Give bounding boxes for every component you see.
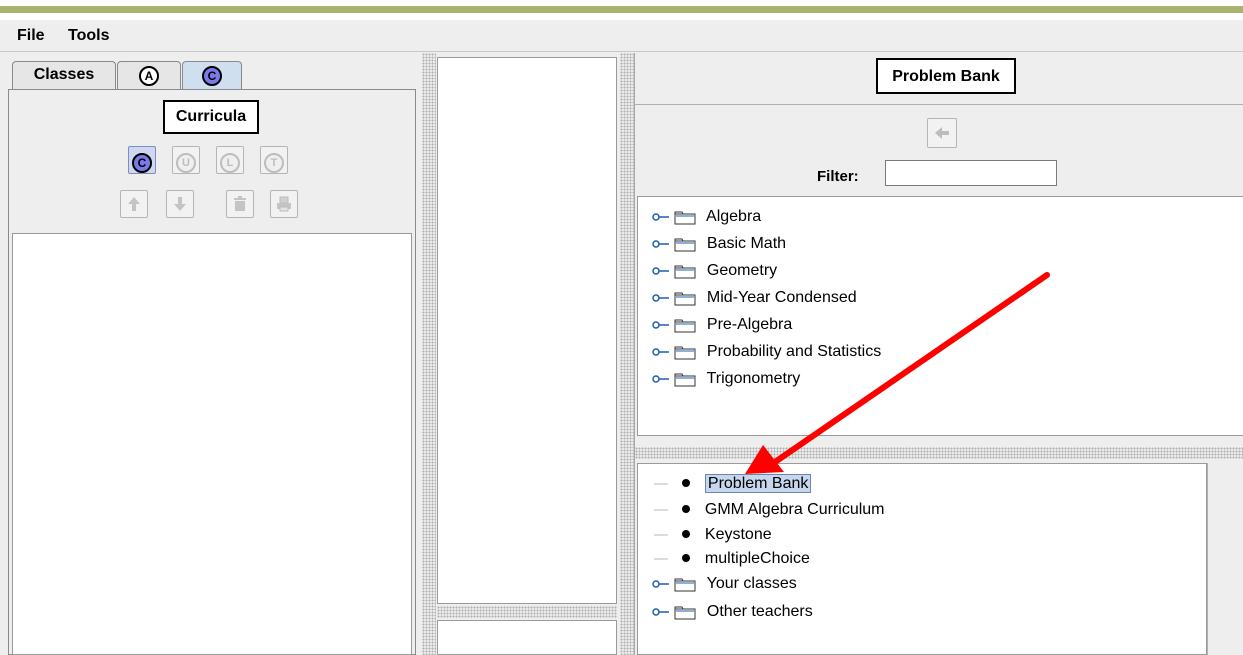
- problem-bank-title: Problem Bank: [876, 58, 1016, 94]
- folder-icon: [674, 606, 696, 620]
- expand-handle-icon[interactable]: [652, 232, 670, 256]
- tree-label: Keystone: [704, 526, 772, 543]
- filter-input[interactable]: [885, 160, 1057, 186]
- tree-label: Other teachers: [706, 603, 813, 620]
- middle-splitter[interactable]: [437, 606, 617, 618]
- bullet-icon: [682, 504, 691, 513]
- tab-classes[interactable]: Classes: [12, 61, 116, 89]
- curricula-title: Curricula: [163, 100, 259, 134]
- tree-label: multipleChoice: [704, 550, 810, 567]
- sources-tree[interactable]: Problem Bank GMM Algebra Curriculum Keys…: [637, 463, 1207, 655]
- tab-a[interactable]: A: [117, 61, 181, 89]
- curricula-list[interactable]: [12, 233, 412, 655]
- menu-tools[interactable]: Tools: [68, 27, 109, 45]
- folder-icon: [674, 265, 696, 279]
- tree-node-pre-algebra[interactable]: Pre-Algebra: [652, 313, 792, 337]
- right-panel: Problem Bank Filter: Algebra Basic Math …: [634, 53, 1243, 655]
- tree-label: Trigonometry: [706, 370, 801, 387]
- a-circle-icon: A: [139, 65, 159, 86]
- lesson-button[interactable]: L: [216, 146, 244, 174]
- delete-button[interactable]: [226, 190, 254, 218]
- l-circle-icon: L: [220, 152, 240, 173]
- tab-classes-label: Classes: [33, 66, 95, 83]
- folder-icon: [674, 319, 696, 333]
- tree-node-other-teachers[interactable]: Other teachers: [652, 600, 813, 624]
- tree-node-gmm-algebra-curriculum[interactable]: GMM Algebra Curriculum: [652, 498, 885, 522]
- tree-label: GMM Algebra Curriculum: [704, 501, 885, 518]
- u-circle-icon: U: [176, 152, 196, 173]
- right-splitter[interactable]: [620, 53, 634, 655]
- left-splitter[interactable]: [422, 53, 436, 655]
- c-circle-icon: C: [202, 65, 222, 86]
- back-arrow-icon: [935, 127, 949, 139]
- expand-handle-icon[interactable]: [652, 340, 670, 364]
- middle-bottom-pane[interactable]: [437, 620, 617, 655]
- print-icon: [277, 196, 291, 212]
- expand-handle-icon[interactable]: [652, 205, 670, 229]
- bullet-icon: [682, 529, 691, 538]
- print-button[interactable]: [270, 190, 298, 218]
- folder-icon: [674, 292, 696, 306]
- menu-file[interactable]: File: [17, 27, 45, 45]
- tree-node-mid-year-condensed[interactable]: Mid-Year Condensed: [652, 286, 857, 310]
- tree-node-basic-math[interactable]: Basic Math: [652, 232, 786, 256]
- tree-node-geometry[interactable]: Geometry: [652, 259, 777, 283]
- move-down-button[interactable]: [166, 190, 194, 218]
- arrow-up-icon: [128, 197, 140, 211]
- tree-label: Probability and Statistics: [706, 343, 882, 360]
- expand-handle-icon[interactable]: [652, 286, 670, 310]
- expand-handle-icon[interactable]: [652, 572, 670, 596]
- trees-splitter[interactable]: [635, 447, 1243, 459]
- tree-node-multiplechoice[interactable]: multipleChoice: [652, 547, 810, 571]
- expand-handle-icon[interactable]: [652, 600, 670, 624]
- filter-label: Filter:: [817, 168, 859, 185]
- bullet-icon: [682, 553, 691, 562]
- tree-node-your-classes[interactable]: Your classes: [652, 572, 797, 596]
- tree-label-selected: Problem Bank: [704, 474, 812, 493]
- tree-node-problem-bank[interactable]: Problem Bank: [652, 472, 812, 496]
- tree-label: Pre-Algebra: [706, 316, 793, 333]
- back-button[interactable]: [927, 118, 957, 148]
- tree-label: Mid-Year Condensed: [706, 289, 857, 306]
- folder-icon: [674, 373, 696, 387]
- tree-node-probability-and-statistics[interactable]: Probability and Statistics: [652, 340, 881, 364]
- unit-button[interactable]: U: [172, 146, 200, 174]
- tree-label: Basic Math: [706, 235, 787, 252]
- middle-top-pane[interactable]: [437, 57, 617, 604]
- tree-node-keystone[interactable]: Keystone: [652, 523, 772, 547]
- tree-label: Your classes: [706, 575, 797, 592]
- left-panel: Classes A C Curricula C U L T: [0, 53, 422, 655]
- tab-strip: Classes A C: [0, 53, 422, 91]
- move-up-button[interactable]: [120, 190, 148, 218]
- menu-bar: File Tools: [0, 20, 1243, 52]
- bullet-icon: [682, 478, 691, 487]
- tree-node-trigonometry[interactable]: Trigonometry: [652, 367, 800, 391]
- topics-tree[interactable]: Algebra Basic Math Geometry Mid-Year Con…: [637, 196, 1243, 436]
- folder-icon: [674, 346, 696, 360]
- curriculum-button[interactable]: C: [128, 146, 156, 174]
- arrow-down-icon: [174, 197, 186, 211]
- tree-node-algebra[interactable]: Algebra: [652, 205, 761, 229]
- expand-handle-icon[interactable]: [652, 259, 670, 283]
- folder-icon: [674, 211, 696, 225]
- expand-handle-icon[interactable]: [652, 367, 670, 391]
- window-top-strip: [0, 0, 1243, 20]
- c-circle-icon: C: [132, 152, 152, 173]
- t-circle-icon: T: [264, 152, 284, 173]
- window-accent-bar: [0, 6, 1243, 13]
- folder-icon: [674, 238, 696, 252]
- tree-label: Geometry: [706, 262, 778, 279]
- tab-c[interactable]: C: [182, 61, 242, 89]
- topic-button[interactable]: T: [260, 146, 288, 174]
- problem-bank-header: Problem Bank: [635, 53, 1243, 105]
- tree-label: Algebra: [706, 208, 762, 225]
- sources-side-strip: [1207, 463, 1243, 655]
- expand-handle-icon[interactable]: [652, 313, 670, 337]
- folder-icon: [674, 578, 696, 592]
- trash-icon: [234, 196, 246, 211]
